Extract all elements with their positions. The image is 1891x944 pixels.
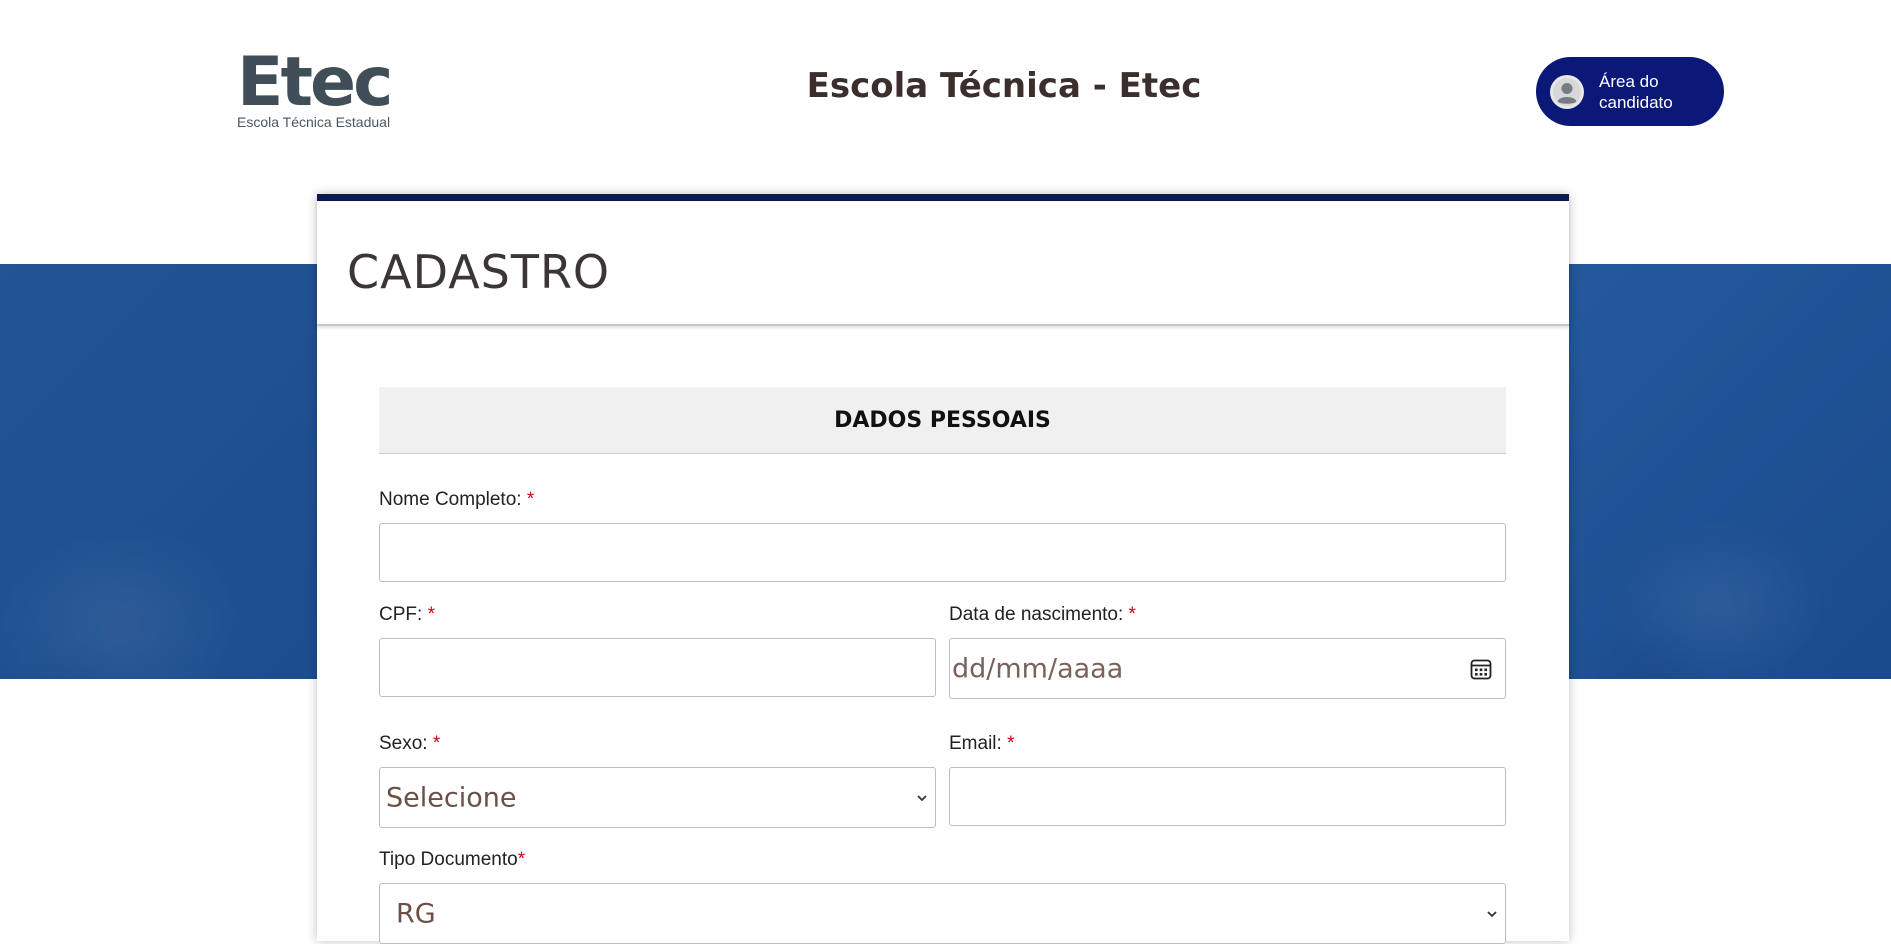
page-title: CADASTRO: [347, 245, 611, 299]
nome-completo-label: Nome Completo: *: [379, 489, 534, 511]
email-label: Email: *: [949, 733, 1014, 755]
data-nascimento-label-text: Data de nascimento:: [949, 604, 1124, 625]
required-marker: *: [427, 604, 435, 625]
logo-mark: Etec: [237, 43, 393, 122]
sexo-label-text: Sexo:: [379, 733, 428, 754]
sexo-select[interactable]: Selecione: [379, 767, 936, 828]
cpf-field[interactable]: [379, 638, 936, 697]
cpf-label-text: CPF:: [379, 604, 423, 625]
required-marker: *: [432, 733, 441, 754]
required-marker: *: [1128, 604, 1136, 625]
card-header: CADASTRO: [317, 201, 1569, 326]
tipo-documento-selected-value: RG: [396, 898, 436, 929]
email-field[interactable]: [949, 767, 1506, 826]
date-placeholder: dd/mm/aaaa: [952, 653, 1124, 684]
site-title: Escola Técnica - Etec: [806, 66, 1202, 106]
required-marker: *: [517, 849, 526, 870]
tipo-documento-select[interactable]: RG: [379, 883, 1506, 944]
etec-logo[interactable]: Etec Escola Técnica Estadual: [237, 48, 397, 132]
cpf-input[interactable]: [380, 639, 935, 696]
area-do-candidato-label: Área do candidato: [1599, 71, 1673, 112]
required-marker: *: [1007, 733, 1015, 754]
data-nascimento-label: Data de nascimento: *: [949, 604, 1136, 626]
area-do-candidato-button[interactable]: Área do candidato: [1536, 57, 1724, 126]
sexo-label: Sexo: *: [379, 733, 440, 755]
cpf-label: CPF: *: [379, 604, 435, 626]
section-header-dados-pessoais: DADOS PESSOAIS: [379, 387, 1506, 454]
chevron-down-icon: [917, 794, 927, 801]
tipo-documento-label-text: Tipo Documento: [379, 849, 518, 870]
tipo-documento-label: Tipo Documento*: [379, 849, 525, 871]
user-avatar-icon: [1550, 74, 1584, 109]
email-input[interactable]: [950, 768, 1505, 825]
nome-completo-input[interactable]: [380, 524, 1505, 581]
cadastro-card: CADASTRO DADOS PESSOAIS Nome Completo: *…: [317, 194, 1569, 944]
data-nascimento-field[interactable]: dd/mm/aaaa: [949, 638, 1506, 699]
calendar-icon[interactable]: [1469, 657, 1493, 681]
email-label-text: Email:: [949, 733, 1002, 754]
chevron-down-icon: [1487, 910, 1497, 917]
required-marker: *: [526, 489, 535, 510]
logo-subtitle: Escola Técnica Estadual: [237, 114, 391, 130]
nome-completo-label-text: Nome Completo:: [379, 489, 522, 510]
sexo-selected-value: Selecione: [386, 782, 517, 813]
nome-completo-field[interactable]: [379, 523, 1506, 582]
